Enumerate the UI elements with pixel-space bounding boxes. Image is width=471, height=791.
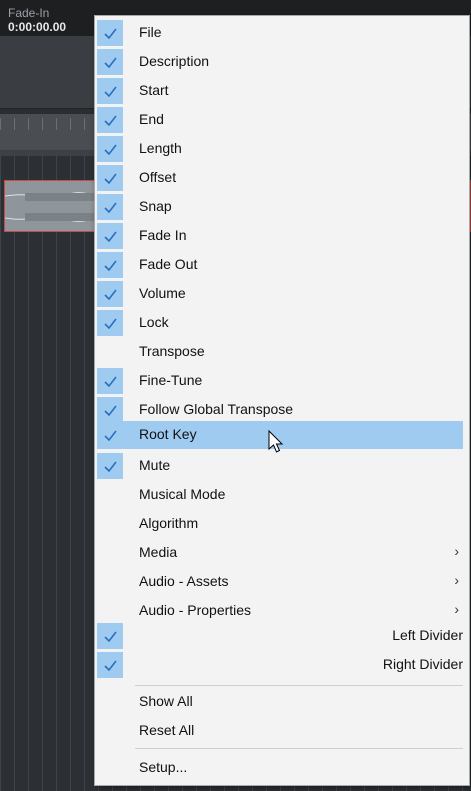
menu-item-file[interactable]: File: [97, 19, 463, 47]
fade-in-value[interactable]: 0:00:00.00: [8, 20, 66, 34]
menu-item-label: Root Key: [139, 426, 197, 442]
mouse-pointer-icon: [268, 430, 284, 453]
menu-item-label: Volume: [139, 285, 186, 301]
check-icon: [97, 310, 123, 336]
menu-item-label: Media: [139, 544, 178, 560]
menu-item-label: Audio - Assets: [139, 573, 229, 589]
menu-item-right-divider[interactable]: Right Divider: [97, 651, 463, 679]
menu-item-fine-tune[interactable]: Fine-Tune: [97, 367, 463, 395]
menu-item-label: Setup...: [139, 759, 188, 775]
menu-item-label: Lock: [139, 314, 169, 330]
menu-item-setup[interactable]: Setup...: [97, 754, 463, 782]
check-icon: [97, 281, 123, 307]
check-icon: [97, 652, 123, 678]
menu-item-label: Mute: [139, 457, 171, 473]
chevron-right-icon: ›: [454, 543, 459, 559]
check-icon: [97, 223, 123, 249]
menu-item-end[interactable]: End: [97, 106, 463, 134]
menu-item-label: Length: [139, 140, 182, 156]
chevron-right-icon: ›: [454, 572, 459, 588]
menu-item-fade-out[interactable]: Fade Out: [97, 251, 463, 279]
menu-separator: [135, 685, 463, 686]
menu-item-algorithm[interactable]: Algorithm: [97, 510, 463, 538]
menu-item-label: Offset: [139, 169, 177, 185]
check-icon: [97, 422, 123, 448]
menu-item-length[interactable]: Length: [97, 135, 463, 163]
menu-item-label: Snap: [139, 198, 172, 214]
menu-item-transpose[interactable]: Transpose: [97, 338, 463, 366]
menu-item-label: Reset All: [139, 722, 195, 738]
menu-item-label: Left Divider: [392, 627, 463, 643]
menu-item-label: Audio - Properties: [139, 602, 252, 618]
menu-item-audio-assets[interactable]: Audio - Assets ›: [97, 568, 463, 596]
check-icon: [97, 368, 123, 394]
menu-item-reset-all[interactable]: Reset All: [97, 717, 463, 745]
menu-item-follow-global-transpose[interactable]: Follow Global Transpose: [97, 396, 463, 424]
menu-item-label: Musical Mode: [139, 486, 226, 502]
menu-item-offset[interactable]: Offset: [97, 164, 463, 192]
menu-item-lock[interactable]: Lock: [97, 309, 463, 337]
menu-item-label: Fade Out: [139, 256, 198, 272]
fade-in-label: Fade-In: [8, 6, 50, 20]
context-menu: File Description Start End Length Offset…: [94, 15, 470, 786]
check-icon: [97, 252, 123, 278]
menu-item-media[interactable]: Media ›: [97, 539, 463, 567]
menu-item-left-divider[interactable]: Left Divider: [97, 622, 463, 650]
menu-item-description[interactable]: Description: [97, 48, 463, 76]
menu-item-musical-mode[interactable]: Musical Mode: [97, 481, 463, 509]
menu-item-volume[interactable]: Volume: [97, 280, 463, 308]
check-icon: [97, 623, 123, 649]
menu-item-label: Transpose: [139, 343, 205, 359]
menu-item-label: Description: [139, 53, 210, 69]
menu-item-label: Algorithm: [139, 515, 199, 531]
menu-item-mute[interactable]: Mute: [97, 452, 463, 480]
check-icon: [97, 20, 123, 46]
menu-item-show-all[interactable]: Show All: [97, 688, 463, 716]
menu-item-audio-properties[interactable]: Audio - Properties ›: [97, 597, 463, 625]
menu-separator: [135, 748, 463, 749]
menu-item-label: Fade In: [139, 227, 187, 243]
check-icon: [97, 136, 123, 162]
menu-item-label: End: [139, 111, 164, 127]
chevron-right-icon: ›: [454, 601, 459, 617]
check-icon: [97, 194, 123, 220]
check-icon: [97, 397, 123, 423]
menu-item-snap[interactable]: Snap: [97, 193, 463, 221]
check-icon: [97, 453, 123, 479]
check-icon: [97, 107, 123, 133]
menu-item-label: File: [139, 24, 162, 40]
menu-item-label: Show All: [139, 693, 193, 709]
menu-item-start[interactable]: Start: [97, 77, 463, 105]
check-icon: [97, 78, 123, 104]
menu-item-label: Start: [139, 82, 169, 98]
check-icon: [97, 165, 123, 191]
menu-item-fade-in[interactable]: Fade In: [97, 222, 463, 250]
menu-item-label: Right Divider: [382, 656, 463, 672]
menu-item-label: Follow Global Transpose: [139, 401, 294, 417]
menu-item-label: Fine-Tune: [139, 372, 203, 388]
check-icon: [97, 49, 123, 75]
